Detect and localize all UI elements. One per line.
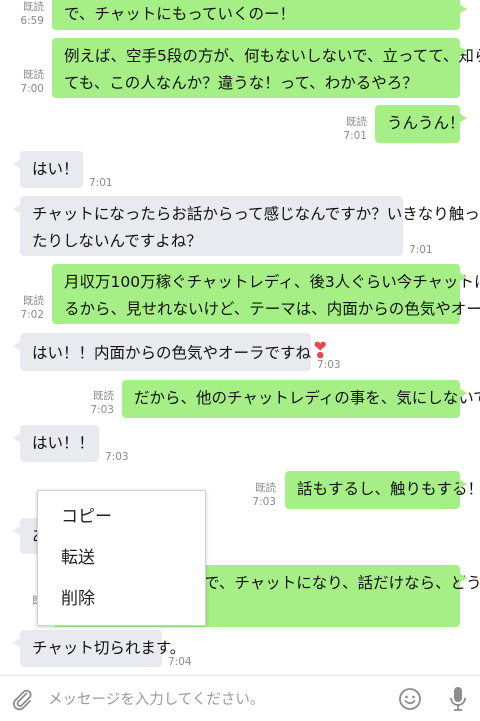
message-meta: 既読 7:00 xyxy=(4,68,44,96)
message-text: はい！ xyxy=(32,160,79,178)
smiley-icon[interactable] xyxy=(398,687,422,711)
message-meta: 既読 7:02 xyxy=(4,294,44,322)
message-meta: 既読 7:03 xyxy=(240,481,276,509)
read-status: 既読 xyxy=(23,1,44,13)
read-status: 既読 xyxy=(255,482,276,494)
timestamp: 7:04 xyxy=(168,656,192,668)
message-meta: 既読 7:03 xyxy=(78,389,114,417)
message-text-line: 月収万100万稼ぐチャットレディ、後3人ぐらい今チャットになって xyxy=(64,273,480,291)
message-text: だから、他のチャットレディの事を、気にしないで！！ xyxy=(134,389,480,407)
timestamp: 7:03 xyxy=(105,451,129,463)
timestamp: 7:01 xyxy=(89,177,113,189)
message-bubble-sent[interactable]: 例えば、空手5段の方が、何もないしないで、立ってて、知らなく ても、この人なんか… xyxy=(52,38,480,98)
message-text: はい！！ xyxy=(32,434,95,452)
message-text-line: 例えば、空手5段の方が、何もないしないで、立ってて、知らなく xyxy=(64,47,480,65)
message-bubble-sent[interactable]: うんうん！ xyxy=(375,105,467,143)
message-text: はい！！内面からの色気やオーラですね xyxy=(32,344,312,362)
message-bubble-received[interactable]: はい！！ xyxy=(13,425,99,462)
message-bubble-received[interactable]: はい！ xyxy=(13,151,83,188)
message-bubble-received[interactable]: チャット切られます。 xyxy=(13,630,185,667)
message-bubble-received[interactable]: チャットになったらお話からって感じなんですか？いきなり触っ たりしないんですよね… xyxy=(13,196,480,256)
read-status: 既読 xyxy=(346,116,367,128)
message-text-line: たりしないんですよね？ xyxy=(32,232,202,250)
message-bubble-sent[interactable]: で、チャットにもっていくのー！ xyxy=(52,0,467,30)
timestamp: 6:59 xyxy=(20,15,44,27)
menu-item-copy[interactable]: コピー xyxy=(38,497,205,537)
timestamp: 7:01 xyxy=(343,130,367,142)
read-status: 既読 xyxy=(23,69,44,81)
message-bubble-sent[interactable]: 話もするし、触りもする！ xyxy=(285,471,480,509)
timestamp: 7:00 xyxy=(20,83,44,95)
message-text-line: ても、この人なんか？違うな！って、わかるやろ？ xyxy=(64,74,418,92)
message-text: うんうん！ xyxy=(387,114,465,132)
timestamp: 7:03 xyxy=(317,359,341,371)
message-text: で、チャットにもっていくのー！ xyxy=(64,5,295,23)
message-text: 話もするし、触りもする！ xyxy=(297,480,480,498)
message-text-line: チャットになったらお話からって感じなんですか？いきなり触っ xyxy=(32,205,480,223)
timestamp: 7:01 xyxy=(409,244,433,256)
message-bubble-sent[interactable]: 月収万100万稼ぐチャットレディ、後3人ぐらい今チャットになって るから、見せれ… xyxy=(52,264,480,324)
timestamp: 7:02 xyxy=(20,309,44,321)
timestamp: 7:03 xyxy=(90,404,114,416)
message-text: チャット切られます。 xyxy=(32,639,186,657)
message-text: で、チャットになり、話だけなら、どうなると xyxy=(204,574,480,592)
message-input-bar: メッセージを入力してください。 xyxy=(0,675,480,721)
menu-item-delete[interactable]: 削除 xyxy=(38,579,205,619)
message-meta: 既読 6:59 xyxy=(4,0,44,28)
message-bubble-sent[interactable]: だから、他のチャットレディの事を、気にしないで！！ xyxy=(122,380,480,418)
chat-history[interactable]: で、チャットにもっていくのー！ 既読 6:59 例えば、空手5段の方が、何もない… xyxy=(0,0,480,675)
message-bubble-received[interactable]: はい！！内面からの色気やオーラですね❣ xyxy=(13,333,329,371)
message-meta: 既読 7:01 xyxy=(325,115,367,143)
microphone-icon[interactable] xyxy=(448,685,468,713)
menu-item-forward[interactable]: 転送 xyxy=(38,538,205,578)
timestamp: 7:03 xyxy=(252,496,276,508)
context-menu: コピー 転送 削除 xyxy=(37,490,206,626)
paperclip-icon[interactable] xyxy=(10,687,34,711)
read-status: 既読 xyxy=(93,390,114,402)
message-input[interactable]: メッセージを入力してください。 xyxy=(48,688,264,709)
read-status: 既読 xyxy=(23,295,44,307)
message-text-line: るから、見せれないけど、テーマは、内面からの色気やオーラね！ xyxy=(64,300,480,318)
